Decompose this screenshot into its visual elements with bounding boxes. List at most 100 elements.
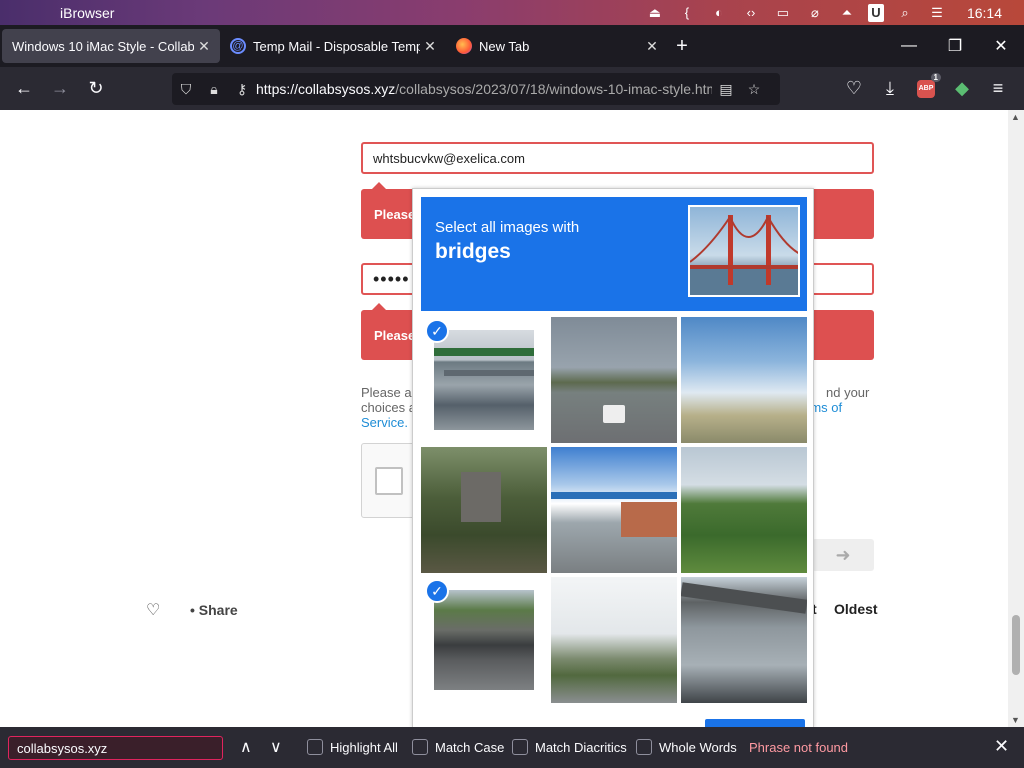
tile-image [434,330,534,430]
app-name[interactable]: iBrowser [60,5,114,21]
tab-title: New Tab [479,38,530,54]
window-controls: — ❐ ✕ [886,25,1024,67]
download-icon[interactable]: ⤓ [872,73,908,105]
reader-view-icon[interactable]: ▤ [712,81,740,98]
close-icon[interactable]: ✕ [420,38,440,55]
captcha-sample-image [688,205,800,297]
abp-badge: 1 [930,72,941,82]
tile-image [551,577,677,703]
captcha-tile-5[interactable] [551,447,677,573]
close-findbar-icon[interactable]: ✕ [994,736,1009,757]
close-icon[interactable]: ✕ [642,38,662,55]
forward-button[interactable]: → [42,73,78,105]
extension-icon[interactable]: ◆ [944,73,980,105]
upload-icon[interactable]: ⏶ [836,4,858,22]
tab-temp-mail[interactable]: @ Temp Mail - Disposable Tempo ✕ [220,29,446,63]
captcha-header: Select all images with bridges [421,197,807,311]
match-diacritics-label: Match Diacritics [535,739,627,755]
no-wifi-icon[interactable]: ⌀ [804,4,826,22]
shield-icon[interactable]: ⛉ [172,81,200,98]
match-case-checkbox[interactable]: Match Case [412,739,504,755]
reload-button[interactable]: ↻ [78,73,114,105]
captcha-tile-6[interactable] [681,447,807,573]
share-button[interactable]: • Share [190,602,238,618]
clock: 16:14 [966,4,1002,21]
tile-image [681,317,807,443]
highlight-all-label: Highlight All [330,739,398,755]
new-tab-button[interactable]: + [668,35,696,58]
brackets-icon[interactable]: { [676,4,698,22]
submit-button[interactable]: ➜ [812,539,874,571]
navigation-toolbar: ← → ↻ ⛉ 🔒︎ ⚷ https://collabsysos.xyz/col… [0,67,1024,110]
heart-icon[interactable]: ♡ [146,600,160,620]
highlight-all-checkbox[interactable]: Highlight All [307,739,398,755]
url-bar[interactable]: ⛉ 🔒︎ ⚷ https://collabsysos.xyz/collabsys… [172,73,780,105]
find-previous-icon[interactable]: ∧ [240,737,252,757]
captcha-target: bridges [435,240,511,263]
tile-image [681,577,807,703]
lock-icon[interactable]: 🔒︎ [200,81,228,98]
back-button[interactable]: ← [6,73,42,105]
tile-image [681,447,807,573]
toolbar-right: ♡ ⤓ ABP 1 ◆ ≡ [836,67,1016,110]
restore-button[interactable]: ❐ [932,25,978,67]
captcha-tile-8[interactable] [551,577,677,703]
sort-oldest-button[interactable]: Oldest [834,601,878,617]
find-input[interactable]: collabsysos.xyz [8,736,223,760]
captcha-challenge-dialog: Select all images with bridges ✓ ✓ [412,188,814,729]
share-label: Share [198,602,238,618]
captcha-instruction: Select all images with [435,219,580,236]
code-icon[interactable]: ‹› [740,4,762,22]
toggle-icon[interactable]: ☰ [926,4,948,22]
selected-check-icon: ✓ [425,579,449,603]
whole-words-checkbox[interactable]: Whole Words [636,739,737,755]
monitor-icon[interactable]: ▭ [772,4,794,22]
url-text[interactable]: https://collabsysos.xyz/collabsysos/2023… [256,81,712,97]
abp-icon: ABP 1 [917,72,941,98]
adblock-plus-extension[interactable]: ABP 1 [908,72,944,105]
whole-words-label: Whole Words [659,739,737,755]
selected-check-icon: ✓ [425,319,449,343]
find-in-page-bar: collabsysos.xyz ∧ ∨ Highlight All Match … [0,727,1024,768]
captcha-tile-7[interactable]: ✓ [421,577,547,703]
app-menu-icon[interactable]: ≡ [980,73,1016,105]
captcha-tile-4[interactable] [421,447,547,573]
captcha-tile-2[interactable] [551,317,677,443]
tab-title: Windows 10 iMac Style - CollabSys [12,38,194,54]
captcha-tile-3[interactable] [681,317,807,443]
scrollbar-thumb[interactable] [1012,615,1020,675]
close-icon[interactable]: ✕ [194,38,214,55]
terms-text-2: choices a [361,400,416,415]
minimize-button[interactable]: — [886,25,932,67]
eject-icon[interactable]: ⏏ [644,4,666,22]
tab-new-tab[interactable]: New Tab ✕ [446,29,668,63]
close-window-button[interactable]: ✕ [978,25,1024,67]
terms-text-1: Please ac [361,385,419,400]
temp-mail-favicon-icon: @ [230,38,246,54]
find-next-icon[interactable]: ∨ [270,737,282,757]
scroll-up-icon[interactable]: ▲ [1011,112,1020,122]
firefox-icon [456,38,472,54]
pocket-icon[interactable]: ♡ [836,73,872,105]
captcha-tile-9[interactable] [681,577,807,703]
tile-image [551,317,677,443]
key-icon[interactable]: ⚷ [228,81,256,98]
bookmark-star-icon[interactable]: ☆ [740,81,768,98]
recaptcha-checkbox[interactable] [375,467,403,495]
scroll-down-icon[interactable]: ▼ [1011,715,1020,725]
tab-windows-10-imac[interactable]: Windows 10 iMac Style - CollabSys ✕ [2,29,220,63]
system-menubar: iBrowser ⏏ { ◐ ‹› ▭ ⌀ ⏶ U ⌕ ☰ 16:14 [0,0,1024,25]
page-scrollbar[interactable]: ▲ ▼ [1008,110,1024,727]
contrast-icon[interactable]: ◐ [708,4,730,22]
terms-text-1b: nd your [826,385,870,400]
search-icon[interactable]: ⌕ [894,4,916,22]
captcha-tile-1[interactable]: ✓ [421,317,547,443]
terms-service-link[interactable]: Service. [361,415,408,430]
email-field[interactable]: whtsbucvkw@exelica.com [361,142,874,174]
tab-title: Temp Mail - Disposable Tempo [253,38,420,54]
tile-image [421,447,547,573]
tile-image [551,447,677,573]
find-status: Phrase not found [749,740,849,755]
match-diacritics-checkbox[interactable]: Match Diacritics [512,739,627,755]
u-icon[interactable]: U [867,3,884,22]
